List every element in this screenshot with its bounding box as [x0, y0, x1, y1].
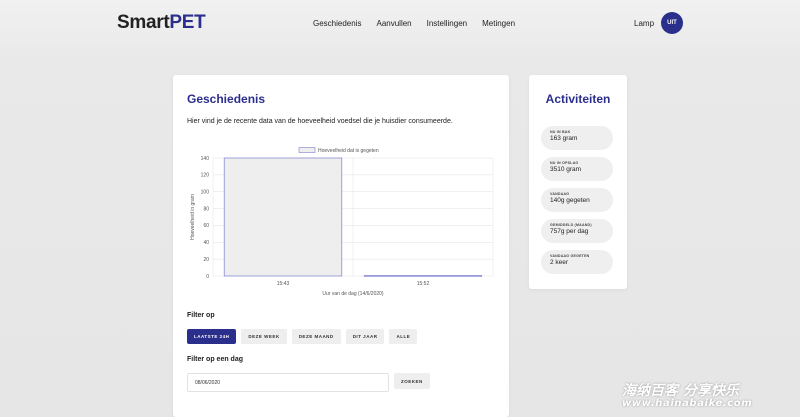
- activity-title: Activiteiten: [545, 92, 611, 106]
- legend-label: Hoeveelheid dat is gegeten: [318, 148, 379, 154]
- chart-svg: 0 20 40 60 80 100 120 140 15:43 15:52 Uur van de d…: [190, 147, 494, 297]
- y-tick-label: 0: [206, 274, 209, 280]
- activity-item-value: 757g per dag: [550, 228, 589, 235]
- watermark-url: www.hainabaike.com: [622, 398, 753, 409]
- activity-item-label: NU IN OPSLAG: [550, 161, 579, 165]
- main-nav: Geschiedenis Aanvullen Instellingen Meti…: [313, 19, 515, 28]
- chart-bar: [223, 157, 343, 277]
- consumption-chart: 0 20 40 60 80 100 120 140 15:43 15:52 Uur van de d…: [181, 147, 501, 307]
- activity-item-label: GEMIDDELD (maand): [550, 223, 592, 227]
- y-tick-label: 140: [201, 156, 210, 162]
- activity-item-label: VANDAAG: [550, 192, 570, 196]
- filter-label: Filter op: [187, 312, 215, 319]
- lamp-label: Lamp: [634, 19, 655, 28]
- activity-item-label: NU IN BAK: [550, 130, 571, 134]
- filter-last-24h-button[interactable]: LAATSTE 24H: [187, 329, 237, 344]
- nav-geschiedenis[interactable]: Geschiedenis: [313, 19, 361, 28]
- date-filter-label: Filter op een dag: [187, 356, 244, 363]
- chart-bar: [363, 275, 483, 277]
- activity-item: VANDAAG 140g gegeten: [541, 188, 613, 212]
- activity-item-value: 163 gram: [550, 135, 578, 142]
- filter-this-month-button[interactable]: DEZE MAAND: [291, 329, 341, 344]
- activity-item: GEMIDDELD (maand) 757g per dag: [541, 219, 613, 243]
- filter-this-year-button[interactable]: DIT JAAR: [345, 329, 385, 344]
- y-tick-label: 120: [201, 173, 210, 179]
- activity-item-value: 140g gegeten: [550, 197, 590, 204]
- filter-all-button[interactable]: ALLE: [389, 329, 418, 344]
- filter-buttons: LAATSTE 24H DEZE WEEK DEZE MAAND DIT JAA…: [187, 329, 418, 344]
- nav-aanvullen[interactable]: Aanvullen: [376, 19, 411, 28]
- y-tick-label: 80: [203, 206, 209, 212]
- y-tick-label: 20: [203, 257, 209, 263]
- activity-item-value: 2 keer: [550, 259, 569, 266]
- date-input[interactable]: 08/06/2020: [187, 373, 389, 392]
- y-tick-label: 60: [203, 223, 209, 229]
- nav-metingen[interactable]: Metingen: [482, 19, 515, 28]
- activity-item: NU IN BAK 163 gram: [541, 126, 613, 150]
- x-tick-label: 15:52: [417, 281, 430, 287]
- y-axis-label: Hoeveelheid in gram: [190, 194, 196, 240]
- intro-text: Hier vind je de recente data van de hoev…: [187, 118, 453, 125]
- activity-item: VANDAAG GEGETEN 2 keer: [541, 250, 613, 274]
- page-title: Geschiedenis: [187, 92, 266, 106]
- filter-this-week-button[interactable]: DEZE WEEK: [241, 329, 287, 344]
- nav-instellingen[interactable]: Instellingen: [427, 19, 467, 28]
- y-tick-label: 100: [201, 190, 210, 196]
- activity-item: NU IN OPSLAG 3510 gram: [541, 157, 613, 181]
- app-logo[interactable]: SmartPET: [117, 12, 206, 34]
- history-card: Geschiedenis Hier vind je de recente dat…: [173, 75, 509, 417]
- y-tick-label: 40: [203, 240, 209, 246]
- x-tick-label: 15:43: [277, 281, 290, 287]
- activity-item-label: VANDAAG GEGETEN: [550, 254, 590, 258]
- top-navbar: SmartPET Geschiedenis Aanvullen Instelli…: [0, 0, 800, 50]
- x-axis-label: Uur van de dag (14/6/2020): [322, 291, 383, 297]
- legend-swatch: [298, 147, 316, 153]
- activity-card: Activiteiten NU IN BAK 163 gram NU IN OP…: [529, 75, 627, 289]
- watermark-text: 海纳百客 分享快乐: [622, 383, 739, 399]
- search-button[interactable]: ZOEKEN: [394, 373, 430, 389]
- lamp-toggle-button[interactable]: UIT: [661, 12, 683, 34]
- activity-item-value: 3510 gram: [550, 166, 582, 173]
